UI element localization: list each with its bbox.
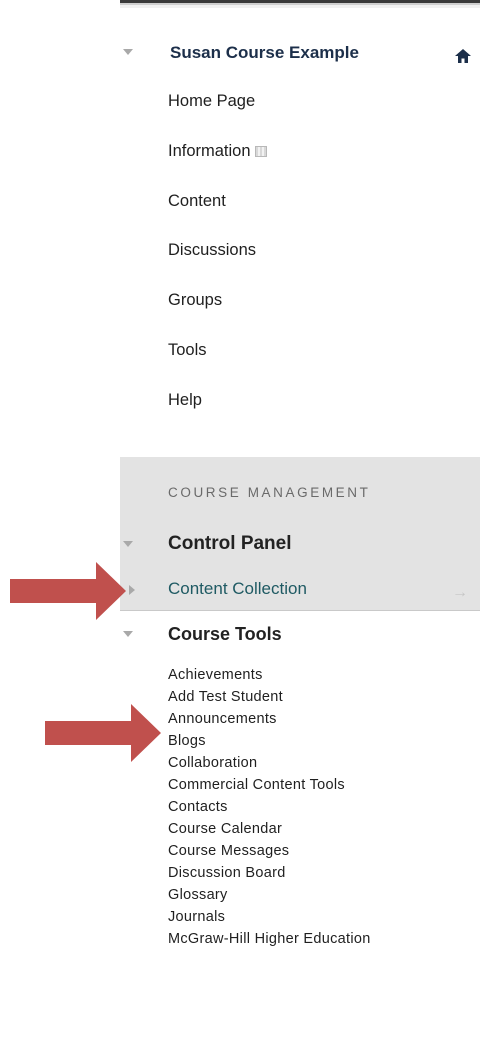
control-panel-triangle-icon[interactable] [123, 541, 133, 547]
control-panel-heading[interactable]: Control Panel [168, 533, 292, 555]
top-border [120, 0, 480, 8]
nav-groups[interactable]: Groups [168, 291, 222, 310]
tool-course-calendar[interactable]: Course Calendar [168, 818, 371, 840]
nav-item-label: Content [168, 192, 226, 210]
nav-tools[interactable]: Tools [168, 341, 207, 360]
content-collection-link[interactable]: Content Collection [168, 579, 307, 599]
expand-triangle-icon[interactable] [129, 585, 135, 595]
nav-item-label: Groups [168, 291, 223, 309]
tool-course-messages[interactable]: Course Messages [168, 840, 371, 862]
tool-achievements[interactable]: Achievements [168, 664, 371, 686]
nav-item-label: Help [168, 391, 202, 409]
small-grid-icon [254, 146, 267, 157]
right-arrow-icon: → [452, 584, 468, 601]
nav-item-label: Discussions [168, 241, 257, 259]
red-arrow-icon [10, 562, 126, 620]
nav-information[interactable]: Information [168, 142, 267, 161]
course-tools-list: Achievements Add Test Student Announceme… [168, 664, 371, 950]
nav-item-label: Tools [168, 341, 207, 359]
home-icon[interactable] [455, 49, 471, 63]
nav-discussions[interactable]: Discussions [168, 241, 256, 260]
nav-content[interactable]: Content [168, 192, 226, 211]
tool-collaboration[interactable]: Collaboration [168, 752, 371, 774]
course-management-heading: COURSE MANAGEMENT [168, 485, 371, 500]
nav-item-label: Information [168, 142, 251, 160]
nav-item-label: Home Page [168, 92, 256, 110]
nav-home-page[interactable]: Home Page [168, 92, 255, 111]
tool-mcgraw-hill-higher-education[interactable]: McGraw-Hill Higher Education [168, 928, 371, 950]
tool-announcements[interactable]: Announcements [168, 708, 371, 730]
tool-glossary[interactable]: Glossary [168, 884, 371, 906]
course-tools-triangle-icon[interactable] [123, 631, 133, 637]
collapse-triangle-icon[interactable] [123, 49, 133, 55]
tool-discussion-board[interactable]: Discussion Board [168, 862, 371, 884]
nav-help[interactable]: Help [168, 391, 202, 410]
tool-contacts[interactable]: Contacts [168, 796, 371, 818]
tool-add-test-student[interactable]: Add Test Student [168, 686, 371, 708]
tool-journals[interactable]: Journals [168, 906, 371, 928]
course-title[interactable]: Susan Course Example [170, 43, 359, 63]
course-tools-heading[interactable]: Course Tools [168, 624, 282, 645]
red-arrow-icon [45, 704, 161, 762]
tool-blogs[interactable]: Blogs [168, 730, 371, 752]
tool-commercial-content-tools[interactable]: Commercial Content Tools [168, 774, 371, 796]
